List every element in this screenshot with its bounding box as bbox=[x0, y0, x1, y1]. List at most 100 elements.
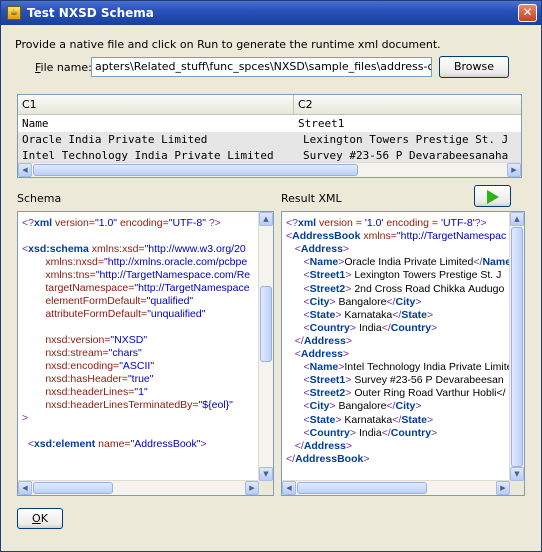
result-vertical-scrollbar[interactable]: ▲ ▼ bbox=[509, 212, 524, 481]
code-line: <Street2> Outer Ring Road Varthur Hobli<… bbox=[286, 387, 506, 400]
code-token: > bbox=[349, 426, 359, 439]
file-name-label: File name: bbox=[35, 61, 92, 74]
scroll-right-icon[interactable]: ▶ bbox=[245, 481, 259, 495]
scroll-right-icon[interactable]: ▶ bbox=[507, 163, 521, 177]
code-line: > bbox=[22, 412, 28, 425]
code-token: Country bbox=[309, 321, 350, 334]
code-line: targetNamespace="http://TargetNamespace bbox=[22, 282, 250, 295]
code-token: City bbox=[309, 400, 330, 413]
column-header-c1[interactable]: C1 bbox=[18, 95, 294, 115]
code-token: name= bbox=[95, 438, 131, 450]
test-nxsd-schema-dialog: ☕ Test NXSD Schema ✕ Provide a native fi… bbox=[0, 0, 542, 552]
code-line: <Street1> Survey #23-56 P Devarabeesan bbox=[286, 374, 504, 387]
schema-vertical-scrollbar[interactable]: ▲ ▼ bbox=[258, 212, 273, 481]
grid-horizontal-scrollbar[interactable]: ◀ ▶ bbox=[18, 162, 521, 177]
code-token: Country bbox=[309, 426, 350, 439]
code-token: "http://TargetNamespace bbox=[134, 282, 250, 294]
ok-mnemonic: O bbox=[32, 512, 41, 525]
scrollbar-thumb[interactable] bbox=[33, 164, 358, 176]
code-token: > bbox=[345, 374, 355, 387]
ok-button[interactable]: OK bbox=[17, 508, 63, 529]
code-token: City bbox=[395, 400, 416, 413]
code-token: nxsd:headerLines= bbox=[22, 386, 135, 398]
scrollbar-thumb[interactable] bbox=[33, 482, 113, 494]
code-token: xmlns= bbox=[360, 230, 397, 243]
close-icon[interactable]: ✕ bbox=[518, 4, 537, 22]
code-line: <Country> India</Country> bbox=[286, 426, 438, 440]
code-token: "http://xmlns.oracle.com/pcbpe bbox=[104, 256, 248, 268]
code-token: City bbox=[309, 295, 330, 308]
code-token: Address bbox=[300, 348, 343, 360]
native-data-grid[interactable]: C1 C2 Name Street1 Oracle India Private … bbox=[17, 94, 522, 178]
code-token: "1" bbox=[134, 386, 148, 398]
code-token: India bbox=[358, 426, 382, 439]
code-token: </ bbox=[381, 321, 391, 334]
scroll-left-icon[interactable]: ◀ bbox=[18, 481, 32, 495]
scrollbar-thumb[interactable] bbox=[260, 286, 272, 362]
code-token: > bbox=[329, 295, 339, 308]
code-token: elementFormDefault= bbox=[22, 295, 147, 307]
code-token: version= bbox=[52, 217, 95, 229]
code-token: Address bbox=[300, 243, 343, 256]
result-horizontal-scrollbar[interactable]: ◀ ▶ bbox=[282, 480, 510, 495]
code-token: > bbox=[329, 400, 339, 413]
schema-horizontal-scrollbar[interactable]: ◀ ▶ bbox=[18, 480, 259, 495]
result-xml-code[interactable]: <?xml version = '1.0' encoding = 'UTF-8'… bbox=[282, 212, 510, 481]
code-token: "http://TargetNamespace.com/Re bbox=[95, 269, 251, 281]
code-token: Lexington Towers Prestige St. J bbox=[354, 269, 502, 282]
column-header-c2[interactable]: C2 bbox=[294, 95, 521, 115]
code-line: <AddressBook xmlns="http://TargetNamespa… bbox=[286, 230, 506, 243]
code-line: elementFormDefault="qualified" bbox=[22, 295, 193, 308]
code-line: <City> Bangalore</City> bbox=[286, 400, 422, 413]
code-token: State bbox=[401, 308, 428, 321]
code-token: > bbox=[345, 387, 355, 400]
code-token: Street1 bbox=[309, 269, 346, 282]
code-token: version = bbox=[316, 217, 365, 229]
code-token: > bbox=[431, 321, 438, 334]
window-title: Test NXSD Schema bbox=[27, 6, 154, 20]
ok-label-rest: K bbox=[40, 512, 48, 525]
table-row[interactable]: Name Street1 bbox=[18, 116, 521, 132]
scroll-up-icon[interactable]: ▲ bbox=[510, 212, 524, 226]
code-token: < bbox=[286, 374, 310, 387]
scroll-down-icon[interactable]: ▼ bbox=[510, 467, 524, 481]
browse-button[interactable]: Browse bbox=[439, 56, 509, 78]
code-line: <Country> India</Country> bbox=[286, 321, 438, 335]
result-xml-label: Result XML bbox=[281, 192, 342, 205]
scroll-left-icon[interactable]: ◀ bbox=[18, 163, 32, 177]
code-token: </ bbox=[286, 439, 304, 452]
code-token: < bbox=[22, 438, 34, 450]
code-line: <Address> bbox=[286, 348, 349, 361]
code-token: xmlns:tns= bbox=[22, 269, 96, 281]
code-token: < bbox=[286, 282, 310, 295]
table-row[interactable]: Oracle India Private Limited Lexington T… bbox=[18, 132, 521, 148]
code-token: "1.0" bbox=[94, 217, 118, 229]
code-line: nxsd:headerLinesTerminatedBy="${eol}" bbox=[22, 399, 233, 412]
code-token: > bbox=[427, 308, 434, 321]
code-line: </AddressBook> bbox=[286, 453, 369, 466]
scroll-up-icon[interactable]: ▲ bbox=[259, 212, 273, 226]
scrollbar-thumb[interactable] bbox=[297, 482, 427, 494]
scroll-down-icon[interactable]: ▼ bbox=[259, 467, 273, 481]
play-icon bbox=[487, 190, 499, 204]
run-button[interactable] bbox=[474, 185, 511, 207]
code-token: '1.0' bbox=[364, 217, 384, 229]
scroll-right-icon[interactable]: ▶ bbox=[496, 481, 510, 495]
scrollbar-thumb[interactable] bbox=[511, 227, 523, 467]
code-token: "http://TargetNamespac bbox=[396, 230, 507, 243]
code-token: nxsd:encoding= bbox=[22, 360, 120, 372]
code-token: targetNamespace= bbox=[22, 282, 135, 294]
code-token: nxsd:hasHeader= bbox=[22, 373, 128, 385]
result-xml-viewer[interactable]: <?xml version = '1.0' encoding = 'UTF-8'… bbox=[281, 211, 525, 496]
code-token: "http://www.w3.org/20 bbox=[144, 243, 246, 255]
code-token: Country bbox=[390, 321, 432, 334]
schema-editor[interactable]: <?xml version="1.0" encoding="UTF-8" ?> <… bbox=[17, 211, 274, 496]
scroll-left-icon[interactable]: ◀ bbox=[282, 481, 296, 495]
schema-code[interactable]: <?xml version="1.0" encoding="UTF-8" ?> <… bbox=[18, 212, 259, 481]
title-bar[interactable]: ☕ Test NXSD Schema ✕ bbox=[1, 1, 541, 25]
file-name-input[interactable]: apters\Related_stuff\func_spces\NXSD\sam… bbox=[91, 57, 432, 77]
code-token: > bbox=[363, 452, 370, 465]
code-token: encoding= bbox=[117, 217, 169, 229]
table-cell: Name bbox=[22, 117, 49, 130]
code-token: nxsd:stream= bbox=[22, 347, 109, 359]
